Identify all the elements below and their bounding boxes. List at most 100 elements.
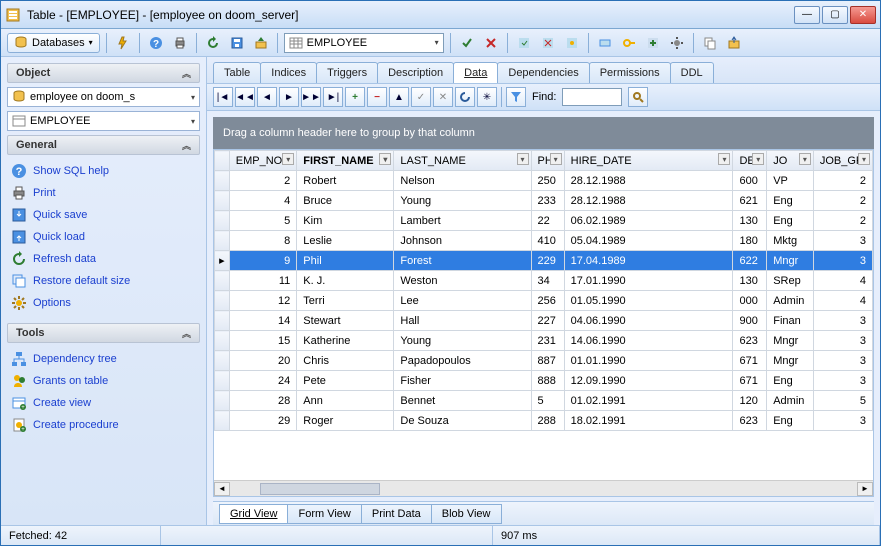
tab-dependencies[interactable]: Dependencies: [497, 62, 589, 83]
cell-de[interactable]: 671: [733, 351, 767, 371]
cell-emp_no[interactable]: 15: [229, 331, 297, 351]
cell-first_name[interactable]: Robert: [297, 171, 394, 191]
menu-item-restore-default-size[interactable]: Restore default size: [11, 271, 196, 291]
cell-ph[interactable]: 5: [531, 391, 564, 411]
filter-icon[interactable]: ▾: [752, 153, 764, 165]
cell-first_name[interactable]: Ann: [297, 391, 394, 411]
cell-ph[interactable]: 888: [531, 371, 564, 391]
scroll-thumb[interactable]: [260, 483, 380, 495]
view-tab-print-data[interactable]: Print Data: [361, 504, 432, 524]
find-button[interactable]: [628, 87, 648, 107]
table-row[interactable]: 8LeslieJohnson41005.04.1989180Mktg3: [215, 231, 873, 251]
filter-icon[interactable]: ▾: [799, 153, 811, 165]
print-icon[interactable]: [170, 33, 190, 53]
object-header[interactable]: Object ︽: [7, 63, 200, 83]
find-input[interactable]: [562, 88, 622, 106]
minimize-button[interactable]: —: [794, 6, 820, 24]
filter-icon[interactable]: ▾: [550, 153, 562, 165]
cell-job_gr[interactable]: 4: [813, 271, 872, 291]
cell-de[interactable]: 180: [733, 231, 767, 251]
cell-jo[interactable]: Finan: [767, 311, 814, 331]
cell-ph[interactable]: 410: [531, 231, 564, 251]
cell-job_gr[interactable]: 2: [813, 211, 872, 231]
cell-last_name[interactable]: Young: [394, 331, 531, 351]
cell-first_name[interactable]: Kim: [297, 211, 394, 231]
filter-icon[interactable]: ▾: [517, 153, 529, 165]
cell-jo[interactable]: Eng: [767, 371, 814, 391]
scroll-right-icon[interactable]: ►: [857, 482, 873, 496]
scroll-left-icon[interactable]: ◄: [214, 482, 230, 496]
cell-emp_no[interactable]: 9: [229, 251, 297, 271]
column-header-emp_no[interactable]: EMP_NO▾: [229, 151, 297, 171]
cell-emp_no[interactable]: 12: [229, 291, 297, 311]
cell-ph[interactable]: 231: [531, 331, 564, 351]
cell-last_name[interactable]: Fisher: [394, 371, 531, 391]
action-icon[interactable]: [538, 33, 558, 53]
cell-de[interactable]: 600: [733, 171, 767, 191]
cell-first_name[interactable]: Katherine: [297, 331, 394, 351]
menu-item-print[interactable]: Print: [11, 183, 196, 203]
cell-de[interactable]: 623: [733, 331, 767, 351]
gear-icon[interactable]: [667, 33, 687, 53]
cell-jo[interactable]: Mngr: [767, 331, 814, 351]
key-icon[interactable]: [619, 33, 639, 53]
cell-ph[interactable]: 250: [531, 171, 564, 191]
cell-hire_date[interactable]: 28.12.1988: [564, 171, 733, 191]
table-row[interactable]: 20ChrisPapadopoulos88701.01.1990671Mngr3: [215, 351, 873, 371]
cell-last_name[interactable]: Lambert: [394, 211, 531, 231]
column-header-first_name[interactable]: FIRST_NAME▾: [297, 151, 394, 171]
refresh-icon[interactable]: [203, 33, 223, 53]
refresh-button[interactable]: [455, 87, 475, 107]
cell-last_name[interactable]: Weston: [394, 271, 531, 291]
cell-hire_date[interactable]: 18.02.1991: [564, 411, 733, 431]
post-button[interactable]: ✓: [411, 87, 431, 107]
cell-hire_date[interactable]: 01.05.1990: [564, 291, 733, 311]
filter-icon[interactable]: ▾: [718, 153, 730, 165]
cell-de[interactable]: 621: [733, 191, 767, 211]
cell-job_gr[interactable]: 3: [813, 251, 872, 271]
cell-job_gr[interactable]: 3: [813, 231, 872, 251]
tab-indices[interactable]: Indices: [260, 62, 317, 83]
prev-page-button[interactable]: ◄◄: [235, 87, 255, 107]
cell-jo[interactable]: Mngr: [767, 351, 814, 371]
cell-de[interactable]: 623: [733, 411, 767, 431]
cell-emp_no[interactable]: 8: [229, 231, 297, 251]
cell-de[interactable]: 120: [733, 391, 767, 411]
filter-icon[interactable]: ▾: [379, 153, 391, 165]
cell-jo[interactable]: Mngr: [767, 251, 814, 271]
tools-header[interactable]: Tools ︽: [7, 323, 200, 343]
menu-item-grants-on-table[interactable]: Grants on table: [11, 371, 196, 391]
column-header-last_name[interactable]: LAST_NAME▾: [394, 151, 531, 171]
table-row[interactable]: 15KatherineYoung23114.06.1990623Mngr3: [215, 331, 873, 351]
cell-ph[interactable]: 229: [531, 251, 564, 271]
databases-button[interactable]: Databases ▾: [7, 33, 100, 53]
cell-ph[interactable]: 22: [531, 211, 564, 231]
cell-first_name[interactable]: Pete: [297, 371, 394, 391]
cell-job_gr[interactable]: 3: [813, 311, 872, 331]
cell-jo[interactable]: Admin: [767, 391, 814, 411]
cell-hire_date[interactable]: 01.01.1990: [564, 351, 733, 371]
cell-last_name[interactable]: Hall: [394, 311, 531, 331]
edit-button[interactable]: ▲: [389, 87, 409, 107]
menu-item-dependency-tree[interactable]: Dependency tree: [11, 349, 196, 369]
check-icon[interactable]: [457, 33, 477, 53]
cell-job_gr[interactable]: 5: [813, 391, 872, 411]
table-row[interactable]: 12TerriLee25601.05.1990000Admin4: [215, 291, 873, 311]
menu-item-quick-load[interactable]: Quick load: [11, 227, 196, 247]
cell-first_name[interactable]: Stewart: [297, 311, 394, 331]
cell-hire_date[interactable]: 06.02.1989: [564, 211, 733, 231]
menu-item-options[interactable]: Options: [11, 293, 196, 313]
cell-ph[interactable]: 34: [531, 271, 564, 291]
cell-hire_date[interactable]: 05.04.1989: [564, 231, 733, 251]
cell-job_gr[interactable]: 3: [813, 411, 872, 431]
cell-jo[interactable]: Admin: [767, 291, 814, 311]
column-header-jo[interactable]: JO▾: [767, 151, 814, 171]
cell-last_name[interactable]: Lee: [394, 291, 531, 311]
general-header[interactable]: General ︽: [7, 135, 200, 155]
cell-last_name[interactable]: Nelson: [394, 171, 531, 191]
copy-icon[interactable]: [700, 33, 720, 53]
table-row[interactable]: 14StewartHall22704.06.1990900Finan3: [215, 311, 873, 331]
cell-emp_no[interactable]: 5: [229, 211, 297, 231]
cell-emp_no[interactable]: 20: [229, 351, 297, 371]
delete-button[interactable]: −: [367, 87, 387, 107]
